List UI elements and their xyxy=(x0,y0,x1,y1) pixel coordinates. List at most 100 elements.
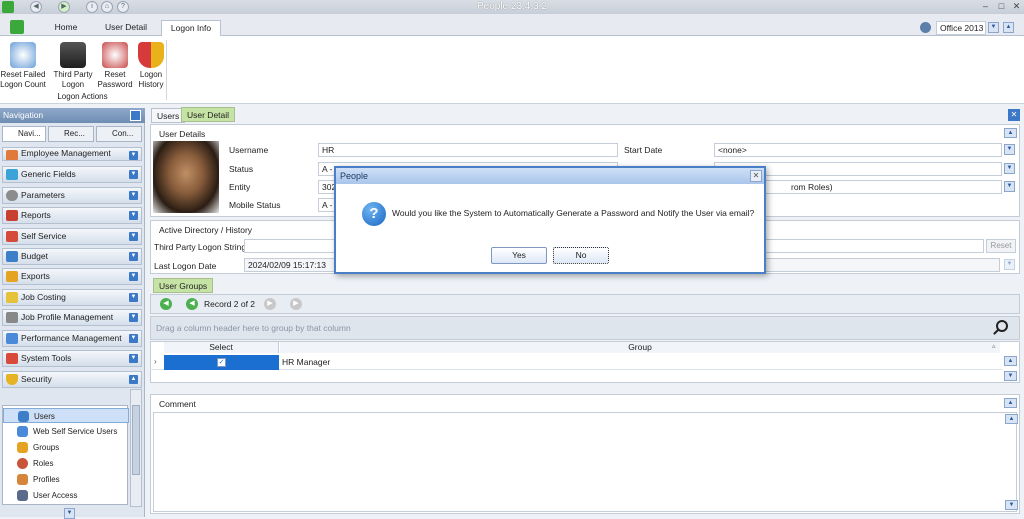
theme-dropdown-icon[interactable]: ▼ xyxy=(988,22,999,33)
subtab-user-detail[interactable]: User Detail xyxy=(181,107,236,122)
table-row[interactable]: › ✓ HR Manager xyxy=(150,355,1002,370)
pin-icon[interactable] xyxy=(130,110,141,121)
tab-logon-info[interactable]: Logon Info xyxy=(161,20,221,36)
username-field[interactable]: HR xyxy=(318,143,618,157)
chevron-down-icon: ▼ xyxy=(129,232,138,241)
nav-item-label: Job Costing xyxy=(21,292,66,302)
chevron-down-icon: ▼ xyxy=(129,354,138,363)
user-details-title: User Details xyxy=(159,129,206,139)
tree-item-roles[interactable]: Roles xyxy=(3,456,129,471)
first-record-icon[interactable]: ◀ xyxy=(160,298,172,310)
sort-icon: ▵ xyxy=(992,343,996,350)
username-label: Username xyxy=(229,145,269,155)
logon-history-button[interactable]: Logon History xyxy=(128,42,174,90)
third-party-logon-button[interactable]: Third Party Logon xyxy=(50,42,96,90)
reset-failed-logon-count-button[interactable]: Reset Failed Logon Count xyxy=(0,42,46,90)
job-costing-icon xyxy=(6,292,18,303)
maximize-icon[interactable]: □ xyxy=(996,1,1007,12)
comment-scroll-down-icon[interactable]: ▼ xyxy=(1005,500,1018,510)
tree-item-groups[interactable]: Groups xyxy=(3,440,129,455)
tree-item-web-self-service-users[interactable]: Web Self Service Users xyxy=(3,424,129,439)
tree-item-user-access[interactable]: User Access xyxy=(3,488,129,503)
row-indicator-icon: › xyxy=(154,357,157,366)
window-title: People 23.4.3.2 xyxy=(476,1,548,12)
last-logon-label: Last Logon Date xyxy=(154,261,217,271)
prev-record-icon[interactable]: ◀ xyxy=(186,298,198,310)
navigation-title: Navigation xyxy=(3,110,44,120)
tree-label: Roles xyxy=(33,459,54,468)
nav-item-self-service[interactable]: Self Service ▼ xyxy=(2,228,142,245)
nav-item-label: Employee Management xyxy=(21,148,111,158)
tree-item-profiles[interactable]: Profiles xyxy=(3,472,129,487)
grid-scroll-down-icon[interactable]: ▼ xyxy=(1004,371,1017,381)
nav-item-performance-management[interactable]: Performance Management ▼ xyxy=(2,330,142,347)
theme-select[interactable]: Office 2013 xyxy=(936,21,986,35)
generic-fields-icon xyxy=(6,169,18,180)
comment-textarea[interactable] xyxy=(153,412,1017,512)
ribbon-collapse-icon[interactable]: ▲ xyxy=(1003,22,1014,33)
groups-icon xyxy=(17,442,28,453)
ribbon-group-label: Logon Actions xyxy=(57,92,108,101)
title-bar: ◀ ▶ i ⌂ ? People 23.4.3.2 – □ ✕ xyxy=(0,0,1024,14)
tab-home[interactable]: Home xyxy=(45,20,87,36)
close-tab-icon[interactable]: ✕ xyxy=(1008,109,1020,121)
grid-header-group[interactable]: Group xyxy=(280,342,1000,353)
nav-item-parameters[interactable]: Parameters ▼ xyxy=(2,187,142,204)
tab-user-detail[interactable]: User Detail xyxy=(100,20,152,36)
profiles-icon xyxy=(17,474,28,485)
nav-item-budget[interactable]: Budget ▼ xyxy=(2,248,142,265)
reports-icon xyxy=(6,210,18,221)
grid-scroll-up-icon[interactable]: ▲ xyxy=(1004,356,1017,366)
roles-dropdown-icon[interactable]: ▼ xyxy=(1004,181,1015,192)
nav-item-generic-fields[interactable]: Generic Fields ▼ xyxy=(2,166,142,183)
nav-item-system-tools[interactable]: System Tools ▼ xyxy=(2,350,142,367)
comment-scroll-up-icon[interactable]: ▲ xyxy=(1005,414,1018,424)
job-profile-icon xyxy=(6,312,18,323)
nav-expand-icon[interactable]: ▼ xyxy=(64,508,75,519)
tree-item-users[interactable]: Users xyxy=(3,408,129,423)
yes-button[interactable]: Yes xyxy=(491,247,547,264)
collapse-user-details-icon[interactable]: ▲ xyxy=(1004,128,1017,138)
app-menu-button[interactable] xyxy=(10,20,24,34)
end-date-dropdown-icon[interactable]: ▼ xyxy=(1004,163,1015,174)
last-record-icon[interactable]: ▶ xyxy=(290,298,302,310)
subtab-user-groups[interactable]: User Groups xyxy=(153,278,214,293)
start-date-label: Start Date xyxy=(624,145,663,155)
nav-item-job-costing[interactable]: Job Costing ▼ xyxy=(2,289,142,306)
nav-tab-contacts[interactable]: Con... xyxy=(96,126,142,142)
nav-scrollbar[interactable] xyxy=(130,389,142,507)
question-icon: ? xyxy=(362,202,386,226)
next-record-icon[interactable]: ▶ xyxy=(264,298,276,310)
nav-item-label: Performance Management xyxy=(21,333,122,343)
nav-item-reports[interactable]: Reports ▼ xyxy=(2,207,142,224)
collapse-comment-icon[interactable]: ▲ xyxy=(1004,398,1017,408)
nav-item-employee-management[interactable]: Employee Management ▼ xyxy=(2,147,142,161)
nav-item-label: Parameters xyxy=(21,190,65,200)
no-button[interactable]: No xyxy=(553,247,609,264)
performance-icon xyxy=(6,333,18,344)
reset-failed-icon xyxy=(10,42,36,68)
select-cell[interactable]: ✓ xyxy=(164,355,279,370)
select-checkbox[interactable]: ✓ xyxy=(217,358,226,367)
close-window-icon[interactable]: ✕ xyxy=(1011,1,1022,12)
start-date-field[interactable]: <none> xyxy=(714,143,1002,157)
nav-tab-recent[interactable]: Rec... xyxy=(48,126,94,142)
user-access-icon xyxy=(17,490,28,501)
nav-item-label: Job Profile Management xyxy=(21,312,114,322)
grid-header-select[interactable]: Select xyxy=(164,342,279,353)
ribbon: Reset Failed Logon Count Third Party Log… xyxy=(0,36,1024,104)
start-date-dropdown-icon[interactable]: ▼ xyxy=(1004,144,1015,155)
nav-item-security[interactable]: Security ▲ xyxy=(2,371,142,388)
exports-icon xyxy=(6,271,18,282)
minimize-icon[interactable]: – xyxy=(980,1,991,12)
users-icon xyxy=(18,411,29,422)
reset-button[interactable]: Reset xyxy=(986,239,1016,253)
button-label: Logon Count xyxy=(0,80,46,89)
button-label: Logon xyxy=(139,70,163,79)
nav-item-exports[interactable]: Exports ▼ xyxy=(2,268,142,285)
nav-scroll-thumb[interactable] xyxy=(132,405,140,475)
nav-item-job-profile-management[interactable]: Job Profile Management ▼ xyxy=(2,309,142,326)
confirm-dialog: People ✕ ? Would you like the System to … xyxy=(334,166,766,274)
nav-tab-navigation[interactable]: Navi... xyxy=(2,126,46,142)
dialog-close-icon[interactable]: ✕ xyxy=(750,170,762,182)
